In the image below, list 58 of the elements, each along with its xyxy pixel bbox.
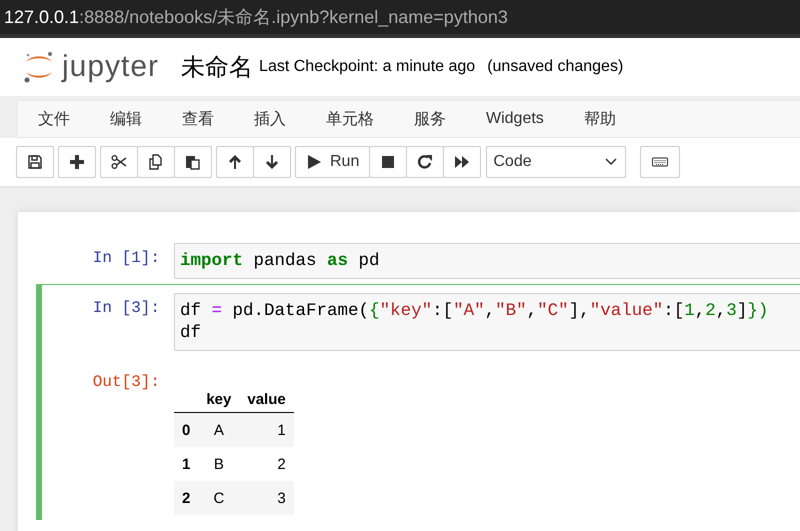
paste-icon (185, 154, 201, 170)
chevron-icon (605, 158, 618, 166)
up-icon (227, 154, 243, 170)
code-line: df = pd.DataFrame({"key":["A","B","C"],"value":[1,2,3]}) (180, 300, 770, 322)
code-cell[interactable]: In [1]: import pandas as pd (36, 238, 800, 284)
code-cell[interactable]: In [3]: df = pd.DataFrame({"key":["A","B","C"],"value":[1,2,3]}) df Out[3]: key value 0 A 1 1 B 2 2 C 3 (36, 284, 800, 520)
code-editor[interactable]: import pandas as pd (174, 243, 800, 279)
toolbar-button[interactable] (174, 146, 212, 178)
output-prompt: Out[3]: (92, 372, 161, 391)
table-cell: 2 (239, 447, 294, 481)
run-icon (306, 154, 322, 170)
code-editor[interactable]: df = pd.DataFrame({"key":["A","B","C"],"value":[1,2,3]}) df (174, 293, 800, 351)
row-index: 1 (174, 447, 198, 481)
cut-icon (111, 154, 127, 170)
toolbar-button[interactable] (137, 146, 175, 178)
logo-wordmark: jupyter (62, 50, 160, 84)
row-index: 2 (174, 481, 198, 515)
toolbar-button[interactable] (58, 146, 96, 178)
toolbar-button[interactable] (640, 146, 680, 178)
save-icon (27, 154, 43, 170)
toolbar-button[interactable] (369, 146, 408, 178)
table-cell: A (198, 412, 240, 447)
menu-item[interactable]: 服务 (394, 108, 466, 130)
toolbar-button[interactable] (100, 146, 138, 178)
toolbar-button[interactable] (216, 146, 254, 178)
menu-item[interactable]: 文件 (18, 108, 90, 130)
save-status: (unsaved changes) (487, 58, 624, 76)
stop-icon (380, 154, 396, 170)
checkpoint-text: Last Checkpoint: a minute ago (259, 58, 476, 76)
menu-item[interactable]: 编辑 (90, 108, 162, 130)
table-cell: B (198, 447, 240, 481)
menu-item[interactable]: 插入 (234, 108, 306, 130)
toolbar-button[interactable]: Run (295, 146, 370, 178)
url-host: 127.0.0.1 (4, 6, 80, 28)
code-line: df (180, 322, 202, 344)
code-line: import pandas as pd (180, 250, 381, 272)
menu-item[interactable]: 帮助 (564, 108, 636, 130)
toolbar-button[interactable] (406, 146, 444, 178)
copy-icon (148, 154, 164, 170)
input-prompt: In [1]: (92, 248, 161, 267)
toolbar-button[interactable] (16, 146, 54, 178)
menu-item[interactable]: Widgets (466, 110, 564, 128)
fastforward-icon (454, 154, 470, 170)
table-cell: 3 (239, 481, 294, 515)
table-cell: 1 (239, 412, 294, 447)
toolbar-button[interactable] (443, 146, 482, 178)
input-prompt: In [3]: (92, 298, 161, 317)
toolbar-button[interactable] (253, 146, 291, 178)
notebook-title[interactable]: 未命名 (181, 51, 254, 83)
row-index: 0 (174, 412, 198, 447)
plus-icon (69, 154, 85, 170)
table-cell: C (198, 481, 240, 515)
down-icon (264, 154, 280, 170)
url-path: :8888/notebooks/未命名.ipynb?kernel_name=python3 (79, 6, 508, 29)
restart-icon (417, 154, 434, 170)
menu-item[interactable]: 查看 (162, 108, 234, 130)
cell-type-dropdown[interactable]: Code (486, 146, 626, 178)
menu-item[interactable]: 单元格 (306, 108, 394, 130)
